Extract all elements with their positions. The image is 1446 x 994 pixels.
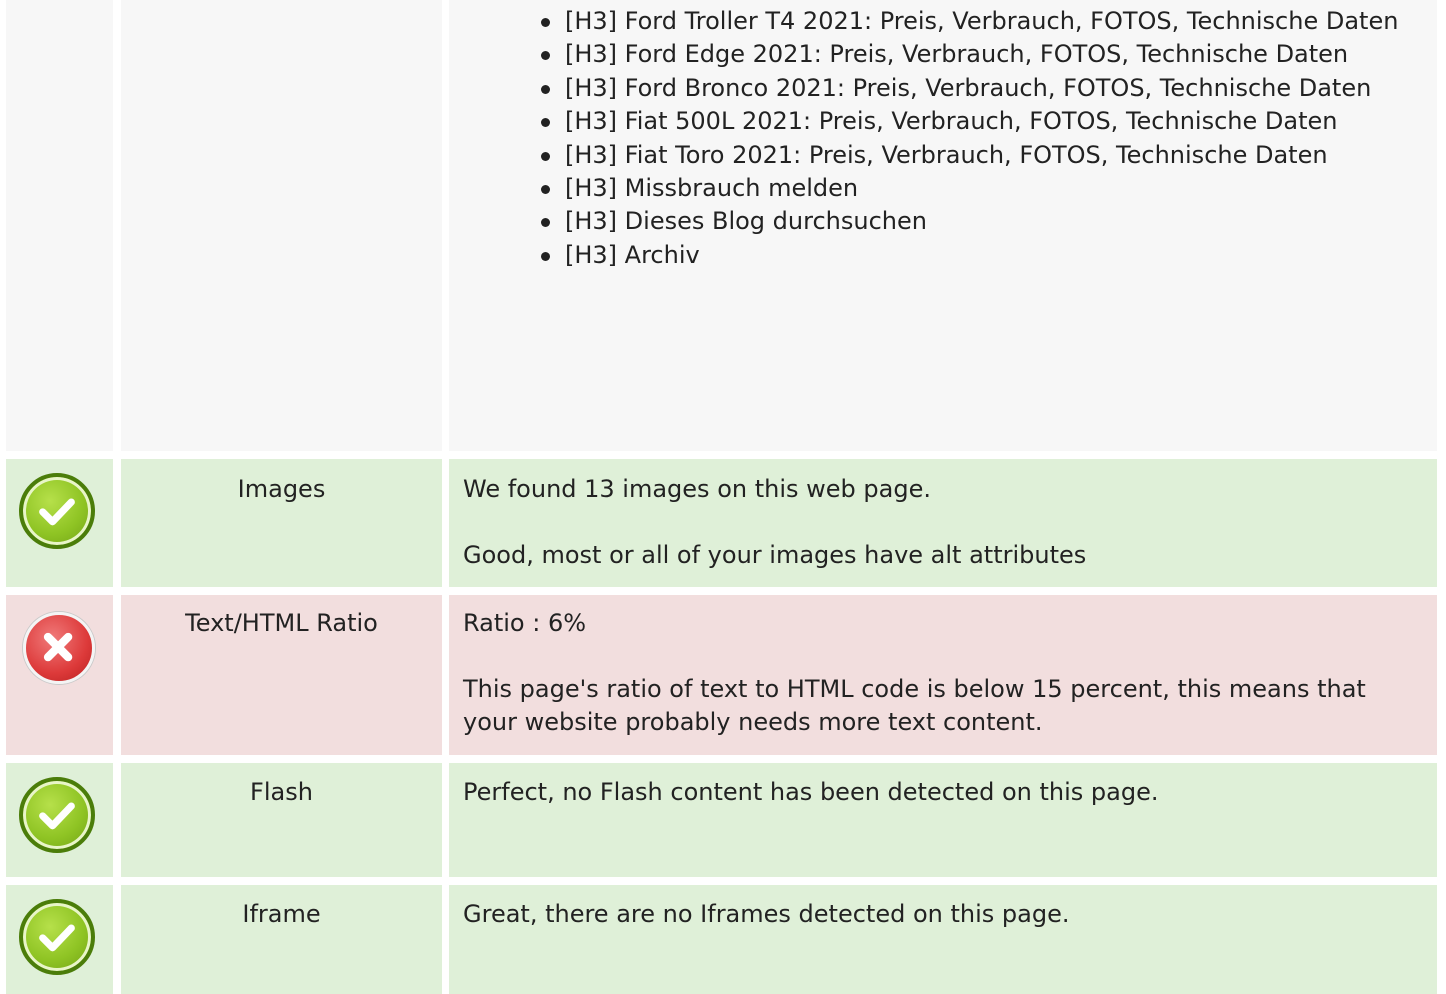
headings-content-cell: [H3] Ford Troller T4 2021: Preis, Verbra… xyxy=(449,0,1437,451)
ratio-advice-text: This page's ratio of text to HTML code i… xyxy=(463,675,1366,736)
iframe-description: Great, there are no Iframes detected on … xyxy=(463,898,1417,931)
ratio-value-text: Ratio : 6% xyxy=(463,609,587,637)
images-label-cell: Images xyxy=(121,459,442,587)
check-icon xyxy=(19,899,95,975)
headings-row: [H3] Ford Troller T4 2021: Preis, Verbra… xyxy=(6,0,1437,451)
images-description: We found 13 images on this web page. Goo… xyxy=(463,473,1417,572)
list-item: [H3] Ford Bronco 2021: Preis, Verbrauch,… xyxy=(541,72,1427,105)
flash-result-text: Perfect, no Flash content has been detec… xyxy=(463,778,1159,806)
ratio-content-cell: Ratio : 6% This page's ratio of text to … xyxy=(449,595,1437,755)
iframe-label: Iframe xyxy=(242,900,321,928)
list-item: [H3] Dieses Blog durchsuchen xyxy=(541,205,1427,238)
headings-list: [H3] Ford Troller T4 2021: Preis, Verbra… xyxy=(541,5,1427,272)
iframe-status-cell xyxy=(6,885,113,994)
headings-label-cell xyxy=(121,0,442,451)
flash-row: Flash Perfect, no Flash content has been… xyxy=(6,763,1437,877)
flash-label-cell: Flash xyxy=(121,763,442,877)
iframe-content-cell: Great, there are no Iframes detected on … xyxy=(449,885,1437,994)
images-alt-text: Good, most or all of your images have al… xyxy=(463,541,1087,569)
cross-icon xyxy=(23,612,95,684)
images-label: Images xyxy=(237,475,326,503)
flash-content-cell: Perfect, no Flash content has been detec… xyxy=(449,763,1437,877)
images-content-cell: We found 13 images on this web page. Goo… xyxy=(449,459,1437,587)
list-item: [H3] Fiat 500L 2021: Preis, Verbrauch, F… xyxy=(541,105,1427,138)
iframe-label-cell: Iframe xyxy=(121,885,442,994)
iframe-row: Iframe Great, there are no Iframes detec… xyxy=(6,885,1437,994)
ratio-label-cell: Text/HTML Ratio xyxy=(121,595,442,755)
flash-label: Flash xyxy=(250,778,313,806)
headings-status-cell xyxy=(6,0,113,451)
iframe-result-text: Great, there are no Iframes detected on … xyxy=(463,900,1070,928)
list-item: [H3] Missbrauch melden xyxy=(541,172,1427,205)
list-item: [H3] Ford Edge 2021: Preis, Verbrauch, F… xyxy=(541,38,1427,71)
images-count-text: We found 13 images on this web page. xyxy=(463,475,931,503)
check-icon xyxy=(19,777,95,853)
flash-status-cell xyxy=(6,763,113,877)
images-status-cell xyxy=(6,459,113,587)
check-icon xyxy=(19,473,95,549)
list-item: [H3] Ford Troller T4 2021: Preis, Verbra… xyxy=(541,5,1427,38)
ratio-label: Text/HTML Ratio xyxy=(185,609,378,637)
list-item: [H3] Archiv xyxy=(541,239,1427,272)
list-item: [H3] Fiat Toro 2021: Preis, Verbrauch, F… xyxy=(541,139,1427,172)
flash-description: Perfect, no Flash content has been detec… xyxy=(463,776,1417,809)
ratio-row: Text/HTML Ratio Ratio : 6% This page's r… xyxy=(6,595,1437,755)
ratio-status-cell xyxy=(6,595,113,755)
images-row: Images We found 13 images on this web pa… xyxy=(6,459,1437,587)
ratio-description: Ratio : 6% This page's ratio of text to … xyxy=(463,607,1417,739)
